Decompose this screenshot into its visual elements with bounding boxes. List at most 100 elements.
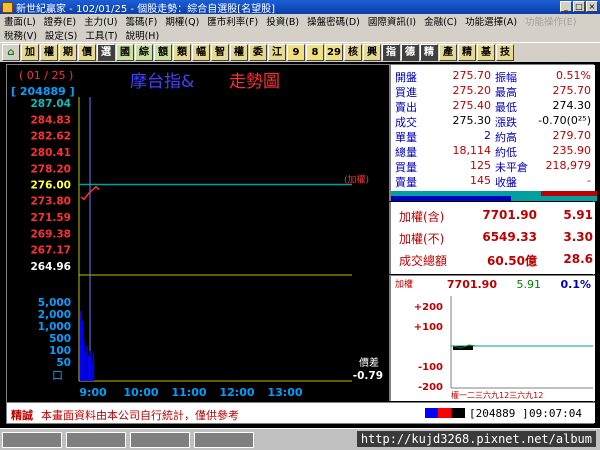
quote-value: 275.30	[452, 114, 492, 127]
price-tick-label: 267.17	[30, 245, 71, 257]
status-color-key	[425, 408, 465, 418]
index-value: 7701.90	[482, 208, 537, 222]
toolbar-button[interactable]: 產	[439, 44, 457, 61]
menu-item[interactable]: 籌碼(F)	[126, 14, 158, 28]
main-frame: ( 01 / 25 ) [ 204889 ] 摩台指& 走勢圖 287.04 284.83…	[6, 64, 597, 424]
toolbar-button[interactable]: 選	[97, 44, 115, 61]
quote-label: 賣量	[395, 176, 417, 189]
toolbar-button[interactable]: 精	[420, 44, 438, 61]
toolbar-button[interactable]: 9	[287, 44, 305, 61]
mini-tick-label: -200	[418, 382, 443, 393]
taiex-mini-chart[interactable]: 加權 7701.90 5.91 0.1% +200 +100 -100 -200 權一二三六九1…	[389, 275, 595, 401]
time-tick-label: 12:00	[219, 386, 254, 399]
menu-item[interactable]: 期權(Q)	[165, 14, 199, 28]
volume-tick-label: 1,000	[38, 321, 71, 333]
menu-item[interactable]: 功能操作(E)	[525, 14, 576, 28]
volume-bar	[91, 361, 93, 381]
price-tick-label: 273.80	[30, 196, 71, 208]
toolbar-button[interactable]: 加	[21, 44, 39, 61]
intraday-chart[interactable]: ( 01 / 25 ) [ 204889 ] 摩台指& 走勢圖 287.04 284.83…	[7, 65, 389, 401]
chart-symbol-code: [ 204889 ]	[11, 85, 75, 98]
bid-ask-strip	[389, 191, 597, 201]
quote-value: 279.70	[552, 129, 592, 142]
volume-bar	[80, 311, 82, 381]
maximize-button[interactable]: □	[573, 1, 585, 12]
quote-value: 125	[470, 159, 491, 172]
quote-value: 18,114	[452, 144, 492, 157]
toolbar-button[interactable]: 指	[382, 44, 400, 61]
toolbar-button[interactable]: 核	[344, 44, 362, 61]
close-button[interactable]: ×	[586, 1, 598, 12]
toolbar-button[interactable]: 8	[306, 44, 324, 61]
mini-tick-label: -100	[418, 362, 443, 373]
toolbar-button[interactable]: 期	[59, 44, 77, 61]
minimize-button[interactable]: _	[560, 1, 572, 12]
watermark-url: http://kujd3268.pixnet.net/album	[356, 431, 596, 447]
menu-item[interactable]: 功能選擇(A)	[465, 14, 517, 28]
toolbar-button[interactable]: 興	[363, 44, 381, 61]
toolbar-button[interactable]: 德	[401, 44, 419, 61]
index-value: 60.50億	[487, 254, 537, 268]
toolbar-button[interactable]: 國	[116, 44, 134, 61]
quote-value: 275.70	[452, 69, 492, 82]
price-tick-label: 282.62	[30, 131, 71, 143]
menu-item[interactable]: 稅務(V)	[4, 28, 37, 42]
price-tick-label: 287.04	[30, 98, 71, 110]
menu-item[interactable]: 主力(U)	[84, 14, 117, 28]
menu-item[interactable]: 設定(S)	[45, 28, 77, 42]
menu-item[interactable]: 國際資訊(I)	[368, 14, 416, 28]
taskbar-item[interactable]	[194, 432, 254, 448]
quote-value: 0.51%	[556, 69, 591, 82]
menu-item[interactable]: 匯市利率(F)	[207, 14, 258, 28]
home-icon[interactable]: ⌂	[2, 44, 20, 61]
mini-tick-label: +200	[414, 302, 443, 313]
price-tick-label: 280.41	[30, 147, 71, 159]
time-tick-label: 9:00	[79, 386, 107, 399]
toolbar-button[interactable]: 江	[268, 44, 286, 61]
quote-value: 145	[470, 174, 491, 187]
toolbar-button[interactable]: 類	[173, 44, 191, 61]
quote-value: 274.30	[552, 99, 592, 112]
menu-item[interactable]: 操盤密碼(D)	[307, 14, 360, 28]
toolbar-button[interactable]: 綜	[135, 44, 153, 61]
toolbar-button[interactable]: 幅	[192, 44, 210, 61]
quote-value: 235.90	[552, 144, 592, 157]
volume-tick-label: 100	[49, 345, 71, 357]
toolbar-button[interactable]: 29	[325, 44, 343, 61]
toolbar-button[interactable]: 技	[496, 44, 514, 61]
taskbar-item[interactable]	[130, 432, 190, 448]
toolbar-button[interactable]: 智	[211, 44, 229, 61]
menu-item[interactable]: 證券(E)	[44, 14, 76, 28]
menu-item[interactable]: 工具(T)	[85, 28, 117, 42]
time-tick-label: 11:00	[171, 386, 206, 399]
menu-item[interactable]: 說明(H)	[126, 28, 160, 42]
menu-item[interactable]: 畫面(L)	[4, 14, 36, 28]
quote-value: 2	[484, 129, 491, 142]
chart-title-type: 走勢圖	[229, 72, 280, 92]
volume-bar	[83, 341, 85, 381]
volume-tick-label: 50	[56, 357, 71, 369]
toolbar-button[interactable]: 額	[154, 44, 172, 61]
quote-value: 275.20	[452, 84, 492, 97]
menu-item[interactable]: 投資(B)	[266, 14, 299, 28]
taskbar-item[interactable]	[2, 432, 62, 448]
quote-row: 開盤 275.70 振幅 0.51%	[391, 68, 597, 84]
toolbar-button[interactable]: 委	[249, 44, 267, 61]
mini-bottom-labels: 權一二三六九12三六九12	[451, 390, 543, 400]
menu-item[interactable]: 金融(C)	[424, 14, 457, 28]
status-tag: 精誠	[11, 409, 33, 422]
volume-bar	[92, 353, 95, 381]
index-label: 加權(含)	[399, 210, 445, 224]
toolbar-button[interactable]: 價	[78, 44, 96, 61]
volume-tick-label: 500	[49, 333, 71, 345]
quote-row: 總量 18,114 約低 235.90	[391, 143, 597, 159]
time-tick-label: 13:00	[267, 386, 302, 399]
toolbar-button[interactable]: 權	[230, 44, 248, 61]
toolbar-button[interactable]: 權	[40, 44, 58, 61]
index-panel: 加權(含) 7701.90 5.91 加權(不) 6549.33 3.30 成交總額 60.5…	[389, 202, 595, 274]
toolbar-button[interactable]: 精	[458, 44, 476, 61]
toolbar-button[interactable]: 基	[477, 44, 495, 61]
mini-value: 7701.90	[447, 278, 497, 291]
taskbar-item[interactable]	[66, 432, 126, 448]
price-tick-label: 269.38	[30, 228, 71, 240]
